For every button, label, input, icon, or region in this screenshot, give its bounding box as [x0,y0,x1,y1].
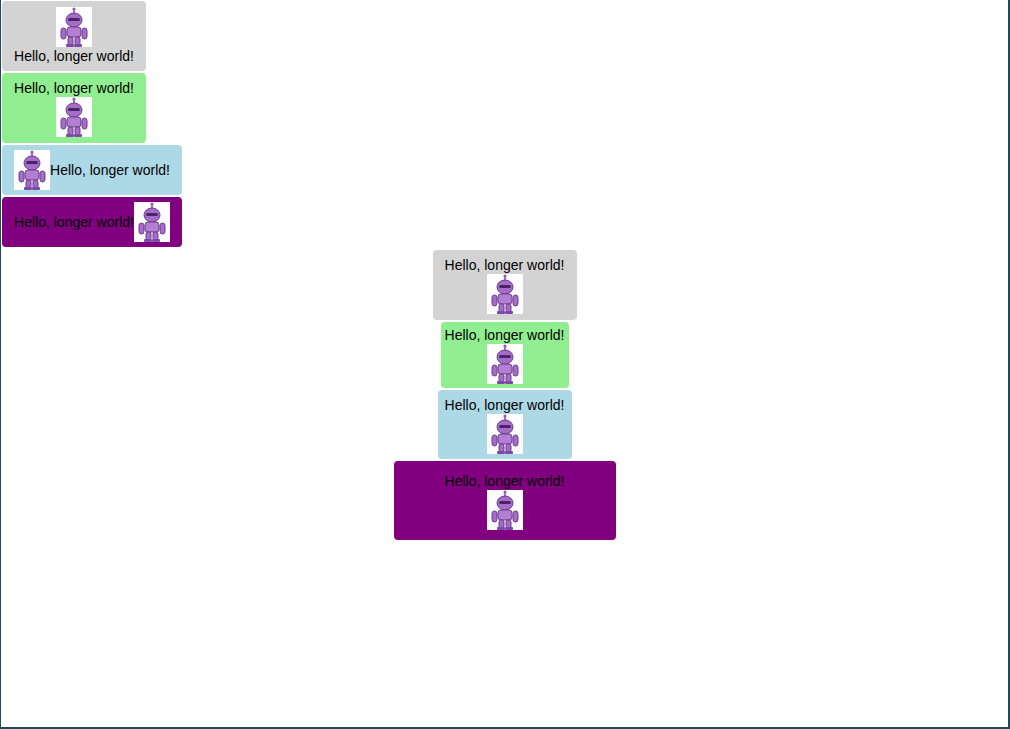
image-text-button[interactable]: Hello, longer world! [441,322,569,388]
button-label: Hello, longer world! [14,213,134,231]
robot-icon [134,202,170,242]
image-text-button[interactable]: Hello, longer world! [394,461,616,540]
robot-icon [56,97,92,137]
image-text-button[interactable]: Hello, longer world! [438,390,572,459]
center-button-column: Hello, longer world! Hello, longer world!… [1,250,1008,540]
robot-icon [487,414,523,454]
robot-icon [487,344,523,384]
image-text-button[interactable]: Hello, longer world! [2,145,182,195]
robot-icon [487,274,523,314]
robot-icon [487,490,523,530]
image-text-button[interactable]: Hello, longer world! [2,73,146,143]
robot-icon [56,7,92,47]
image-text-button[interactable]: Hello, longer world! [433,250,577,320]
button-label: Hello, longer world! [445,256,565,274]
robot-icon [14,150,50,190]
button-label: Hello, longer world! [14,79,134,97]
button-label: Hello, longer world! [14,47,134,65]
button-label: Hello, longer world! [445,326,565,344]
button-label: Hello, longer world! [445,472,565,490]
button-label: Hello, longer world! [445,396,565,414]
button-label: Hello, longer world! [50,161,170,179]
image-text-button[interactable]: Hello, longer world! [2,197,182,247]
left-button-column: Hello, longer world! Hello, longer world!… [1,0,1008,247]
image-text-button[interactable]: Hello, longer world! [2,1,146,71]
